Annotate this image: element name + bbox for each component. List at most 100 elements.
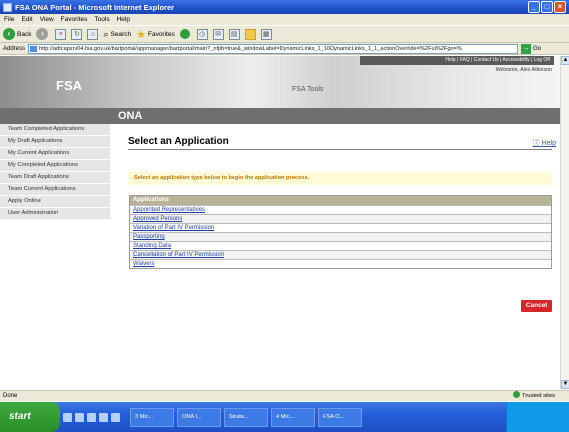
search-button[interactable]: ⌕ Search <box>103 29 131 40</box>
table-row: Variation of Part IV Permission <box>130 223 551 232</box>
folder-icon <box>244 28 256 40</box>
welcome-text: Welcome, Alex Atkinson <box>495 67 552 73</box>
table-row: Cancellation of Part IV Permission <box>130 250 551 259</box>
mail-button[interactable]: ✉ <box>212 28 224 40</box>
fsa-tools-label: FSA Tools <box>292 86 324 93</box>
quicklaunch-icon[interactable] <box>99 412 108 422</box>
history-icon: ◷ <box>196 28 208 40</box>
table-row: Approved Persons <box>130 214 551 223</box>
home-icon: ⌂ <box>87 28 99 40</box>
help-link[interactable]: ⓘ Help <box>533 138 556 148</box>
task-button[interactable]: 4 Mic... <box>271 407 315 427</box>
menu-edit[interactable]: Edit <box>21 16 32 23</box>
favorites-button[interactable]: ★ Favorites <box>136 28 175 41</box>
task-button[interactable]: 3 Mic... <box>130 407 174 427</box>
back-button[interactable]: ‹ Back <box>3 28 31 40</box>
quicklaunch-icon[interactable] <box>87 412 96 422</box>
address-input[interactable]: http://adtcapsrv04.fsa.gov.uk/bartportal… <box>28 43 519 54</box>
sidebar-item-my-draft[interactable]: My Draft Applications <box>0 136 110 148</box>
favorites-star-icon: ★ <box>136 28 146 41</box>
forward-button[interactable]: › <box>36 28 50 40</box>
history-button[interactable]: ◷ <box>196 28 208 40</box>
sidebar-item-my-current[interactable]: My Current Applications <box>0 148 110 160</box>
system-tray <box>506 402 569 432</box>
sidebar-item-team-draft[interactable]: Team Draft Applications <box>0 172 110 184</box>
scroll-down-icon[interactable]: ▼ <box>561 380 569 389</box>
app-link-standing-data[interactable]: Standing Data <box>133 243 171 249</box>
app-link-cancellation-part-iv[interactable]: Cancellation of Part IV Permission <box>133 252 224 258</box>
print-button[interactable]: ▤ <box>228 28 240 40</box>
help-icon: ⓘ <box>532 140 542 147</box>
print-icon: ▤ <box>228 28 240 40</box>
title-divider <box>128 149 552 150</box>
quicklaunch-icon[interactable] <box>63 412 72 422</box>
sidebar-item-apply-online[interactable]: Apply Online <box>0 196 110 208</box>
app-link-waivers[interactable]: Waivers <box>133 261 154 267</box>
go-label: Go <box>533 45 542 52</box>
page-title: Select an Application <box>128 136 229 147</box>
sidebar-item-my-completed[interactable]: My Completed Applications <box>0 160 110 172</box>
table-row: Appointed Representatives <box>130 205 551 214</box>
app-link-appointed-representatives[interactable]: Appointed Representatives <box>133 207 205 213</box>
menu-help[interactable]: Help <box>117 16 130 23</box>
status-bar: Done Trusted sites <box>0 390 569 401</box>
address-bar: Address http://adtcapsrv04.fsa.gov.uk/ba… <box>0 43 569 55</box>
section-title: ONA <box>0 108 560 124</box>
go-button[interactable]: → <box>521 43 532 54</box>
table-row: Waivers <box>130 259 551 268</box>
quicklaunch-icon[interactable] <box>111 412 120 422</box>
app-link-variation-part-iv[interactable]: Variation of Part IV Permission <box>133 225 214 231</box>
ie-icon <box>3 2 12 12</box>
home-button[interactable]: ⌂ <box>87 28 99 40</box>
quicklaunch-icon[interactable] <box>75 412 84 422</box>
messenger-button[interactable]: ▦ <box>260 28 272 40</box>
security-zone: Trusted sites <box>513 391 555 401</box>
folder-button[interactable] <box>244 28 256 40</box>
page-icon <box>30 45 38 52</box>
sidebar-item-team-current[interactable]: Team Current Applications <box>0 184 110 196</box>
table-row: Standing Data <box>130 241 551 250</box>
refresh-button[interactable]: ↻ <box>71 28 83 40</box>
top-links[interactable]: Help | FAQ | Contact Us | Accessibility … <box>360 56 554 65</box>
stop-button[interactable]: × <box>55 28 67 40</box>
maximize-button[interactable]: □ <box>541 1 553 13</box>
window-title-bar: FSA ONA Portal - Microsoft Internet Expl… <box>0 0 569 14</box>
favorites-label: Favorites <box>147 30 175 38</box>
taskbar: start 3 Mic... ONA I... Strate... 4 Mic.… <box>0 402 569 432</box>
media-button[interactable] <box>179 29 192 39</box>
instruction-banner: Select an application type below to begi… <box>128 172 552 185</box>
task-button[interactable]: Strate... <box>224 407 268 427</box>
menu-favorites[interactable]: Favorites <box>61 16 88 23</box>
sidebar-nav: Team Completed Applications My Draft App… <box>0 124 110 220</box>
status-text: Done <box>3 393 18 399</box>
back-arrow-icon: ‹ <box>3 28 15 40</box>
address-url: http://adtcapsrv04.fsa.gov.uk/bartportal… <box>39 45 462 52</box>
task-button[interactable]: FSA O... <box>318 407 362 427</box>
sidebar-item-team-completed[interactable]: Team Completed Applications <box>0 124 110 136</box>
start-button[interactable]: start <box>0 402 60 432</box>
menu-bar: File Edit View Favorites Tools Help <box>0 14 569 25</box>
back-label: Back <box>17 30 32 38</box>
close-button[interactable]: × <box>554 1 566 13</box>
help-label: Help <box>541 140 556 147</box>
search-label: Search <box>110 30 132 38</box>
fsa-logo: FSA <box>56 78 82 93</box>
address-label: Address <box>3 45 26 52</box>
sidebar-item-user-admin[interactable]: User Administration <box>0 208 110 220</box>
menu-view[interactable]: View <box>40 16 54 23</box>
forward-arrow-icon: › <box>36 28 49 40</box>
scroll-up-icon[interactable]: ▲ <box>561 56 569 65</box>
minimize-button[interactable]: _ <box>528 1 540 13</box>
menu-tools[interactable]: Tools <box>94 16 109 23</box>
cancel-button[interactable]: Cancel <box>521 300 552 312</box>
web-page: FSA FSA Tools Help | FAQ | Contact Us | … <box>0 56 560 389</box>
menu-file[interactable]: File <box>4 16 14 23</box>
vertical-scrollbar[interactable]: ▲ ▼ <box>560 56 569 389</box>
task-button[interactable]: ONA I... <box>177 407 221 427</box>
app-link-approved-persons[interactable]: Approved Persons <box>133 216 182 222</box>
refresh-icon: ↻ <box>71 28 83 40</box>
applications-table: Applications Appointed Representatives A… <box>129 195 552 269</box>
app-link-passporting[interactable]: Passporting <box>133 234 165 240</box>
search-icon: ⌕ <box>103 28 109 39</box>
zone-label: Trusted sites <box>522 393 555 399</box>
